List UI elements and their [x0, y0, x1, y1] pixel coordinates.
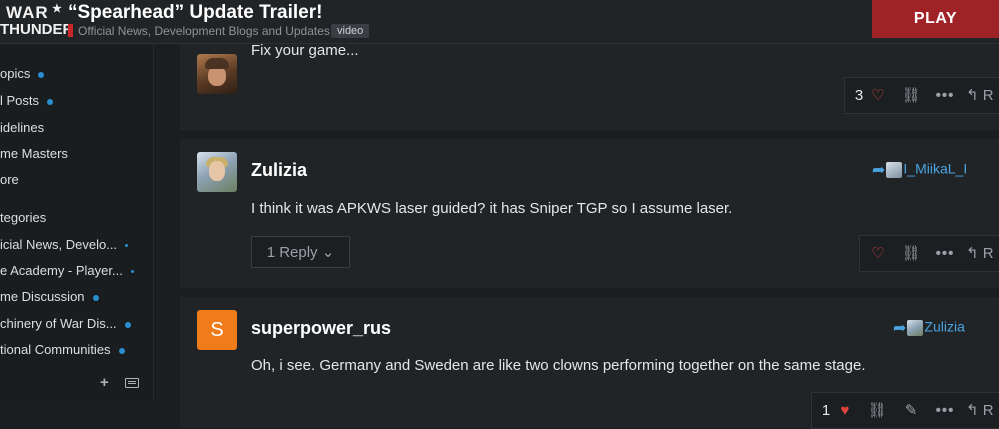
unread-dot: [38, 71, 45, 78]
reply-to-tab[interactable]: ➦ I_MiikaL_I: [872, 160, 967, 180]
sidebar-item-more[interactable]: ore: [0, 172, 19, 187]
play-button[interactable]: PLAY: [872, 0, 999, 38]
logo-line1: WAR: [6, 3, 49, 22]
war-thunder-logo[interactable]: WAR ★ THUNDER: [0, 0, 73, 43]
reply-button[interactable]: ↰ R: [966, 236, 999, 271]
post-controls: ♡ ⛓ ••• ↰ R: [859, 235, 999, 272]
keyboard-icon[interactable]: [125, 378, 139, 388]
reply-arrow-icon: ➦: [872, 162, 886, 179]
post-body: I think it was APKWS laser guided? it ha…: [251, 200, 733, 217]
unread-dot: [47, 98, 54, 105]
post-card: S superpower_rus ➦ Zulizia Oh, i see. Ger…: [180, 297, 999, 429]
like-count[interactable]: 3: [853, 78, 865, 113]
site-header: WAR ★ THUNDER “Spearhead” Update Trailer…: [0, 0, 999, 44]
post-card: Fix your game... 3 ♡ ⛓ ••• ↰ R: [180, 42, 999, 130]
sidebar-item-national-communities[interactable]: tional Communities: [0, 342, 125, 357]
new-dot: [125, 244, 129, 248]
post-body: Fix your game...: [251, 42, 359, 59]
edit-icon[interactable]: ✎: [898, 393, 924, 428]
reply-to-tab[interactable]: ➦ Zulizia: [893, 318, 965, 338]
category-color-badge: [68, 24, 73, 37]
unread-dot: [92, 294, 99, 301]
post-body: Oh, i see. Germany and Sweden are like t…: [251, 357, 866, 374]
avatar[interactable]: [197, 152, 237, 192]
reply-button[interactable]: ↰ R: [966, 393, 999, 428]
link-icon[interactable]: ⛓: [898, 78, 924, 113]
sidebar-section-categories[interactable]: tegories: [0, 210, 46, 225]
star-icon: ★: [52, 3, 62, 15]
reply-to-avatar: [886, 162, 903, 178]
plus-icon[interactable]: +: [100, 374, 109, 391]
unread-dot: [118, 347, 125, 354]
sidebar-item-machinery-of-war[interactable]: chinery of War Dis...: [0, 316, 131, 331]
link-icon[interactable]: ⛓: [898, 236, 924, 271]
heart-filled-icon[interactable]: ♥: [834, 393, 856, 428]
link-icon[interactable]: ⛓: [864, 393, 890, 428]
reply-icon: ↰: [966, 245, 979, 262]
tag-badge[interactable]: video: [331, 24, 370, 38]
heart-icon[interactable]: ♡: [868, 236, 888, 271]
reply-arrow-icon: ➦: [893, 320, 907, 337]
new-dot: [130, 270, 134, 274]
like-count[interactable]: 1: [820, 393, 832, 428]
sidebar-item-game-masters[interactable]: me Masters: [0, 146, 68, 161]
post-card: Zulizia ➦ I_MiikaL_I I think it was APKWS…: [180, 139, 999, 288]
sidebar-item-guidelines[interactable]: idelines: [0, 120, 44, 135]
avatar[interactable]: S: [197, 310, 237, 350]
sidebar-item-game-discussion[interactable]: me Discussion: [0, 289, 99, 304]
post-username[interactable]: superpower_rus: [251, 318, 391, 339]
category-link[interactable]: Official News, Development Blogs and Upd…: [78, 24, 330, 38]
show-replies-button[interactable]: 1 Reply ⌄: [251, 236, 350, 268]
reply-icon: ↰: [966, 87, 979, 104]
sidebar-item-my-posts[interactable]: l Posts: [0, 93, 54, 108]
more-icon[interactable]: •••: [930, 78, 960, 113]
sidebar-item-academy[interactable]: e Academy - Player...: [0, 263, 134, 278]
sidebar-item-topics[interactable]: opics: [0, 66, 45, 81]
unread-dot: [124, 321, 131, 328]
reply-to-avatar: [907, 320, 924, 336]
reply-icon: ↰: [966, 402, 979, 419]
more-icon[interactable]: •••: [930, 236, 960, 271]
sidebar: opics l Posts idelines me Masters ore te…: [0, 44, 154, 400]
heart-icon[interactable]: ♡: [867, 78, 889, 113]
sidebar-item-official-news[interactable]: icial News, Develo...: [0, 237, 129, 252]
post-controls: 1 ♥ ⛓ ✎ ••• ↰ R: [811, 392, 999, 429]
topic-title[interactable]: “Spearhead” Update Trailer!: [68, 2, 322, 24]
avatar[interactable]: [197, 54, 237, 94]
more-icon[interactable]: •••: [930, 393, 960, 428]
post-controls: 3 ♡ ⛓ ••• ↰ R: [844, 77, 999, 114]
post-username[interactable]: Zulizia: [251, 160, 307, 181]
logo-line2: THUNDER: [0, 21, 74, 38]
chevron-down-icon: ⌄: [321, 244, 335, 261]
reply-button[interactable]: ↰ R: [966, 78, 999, 113]
